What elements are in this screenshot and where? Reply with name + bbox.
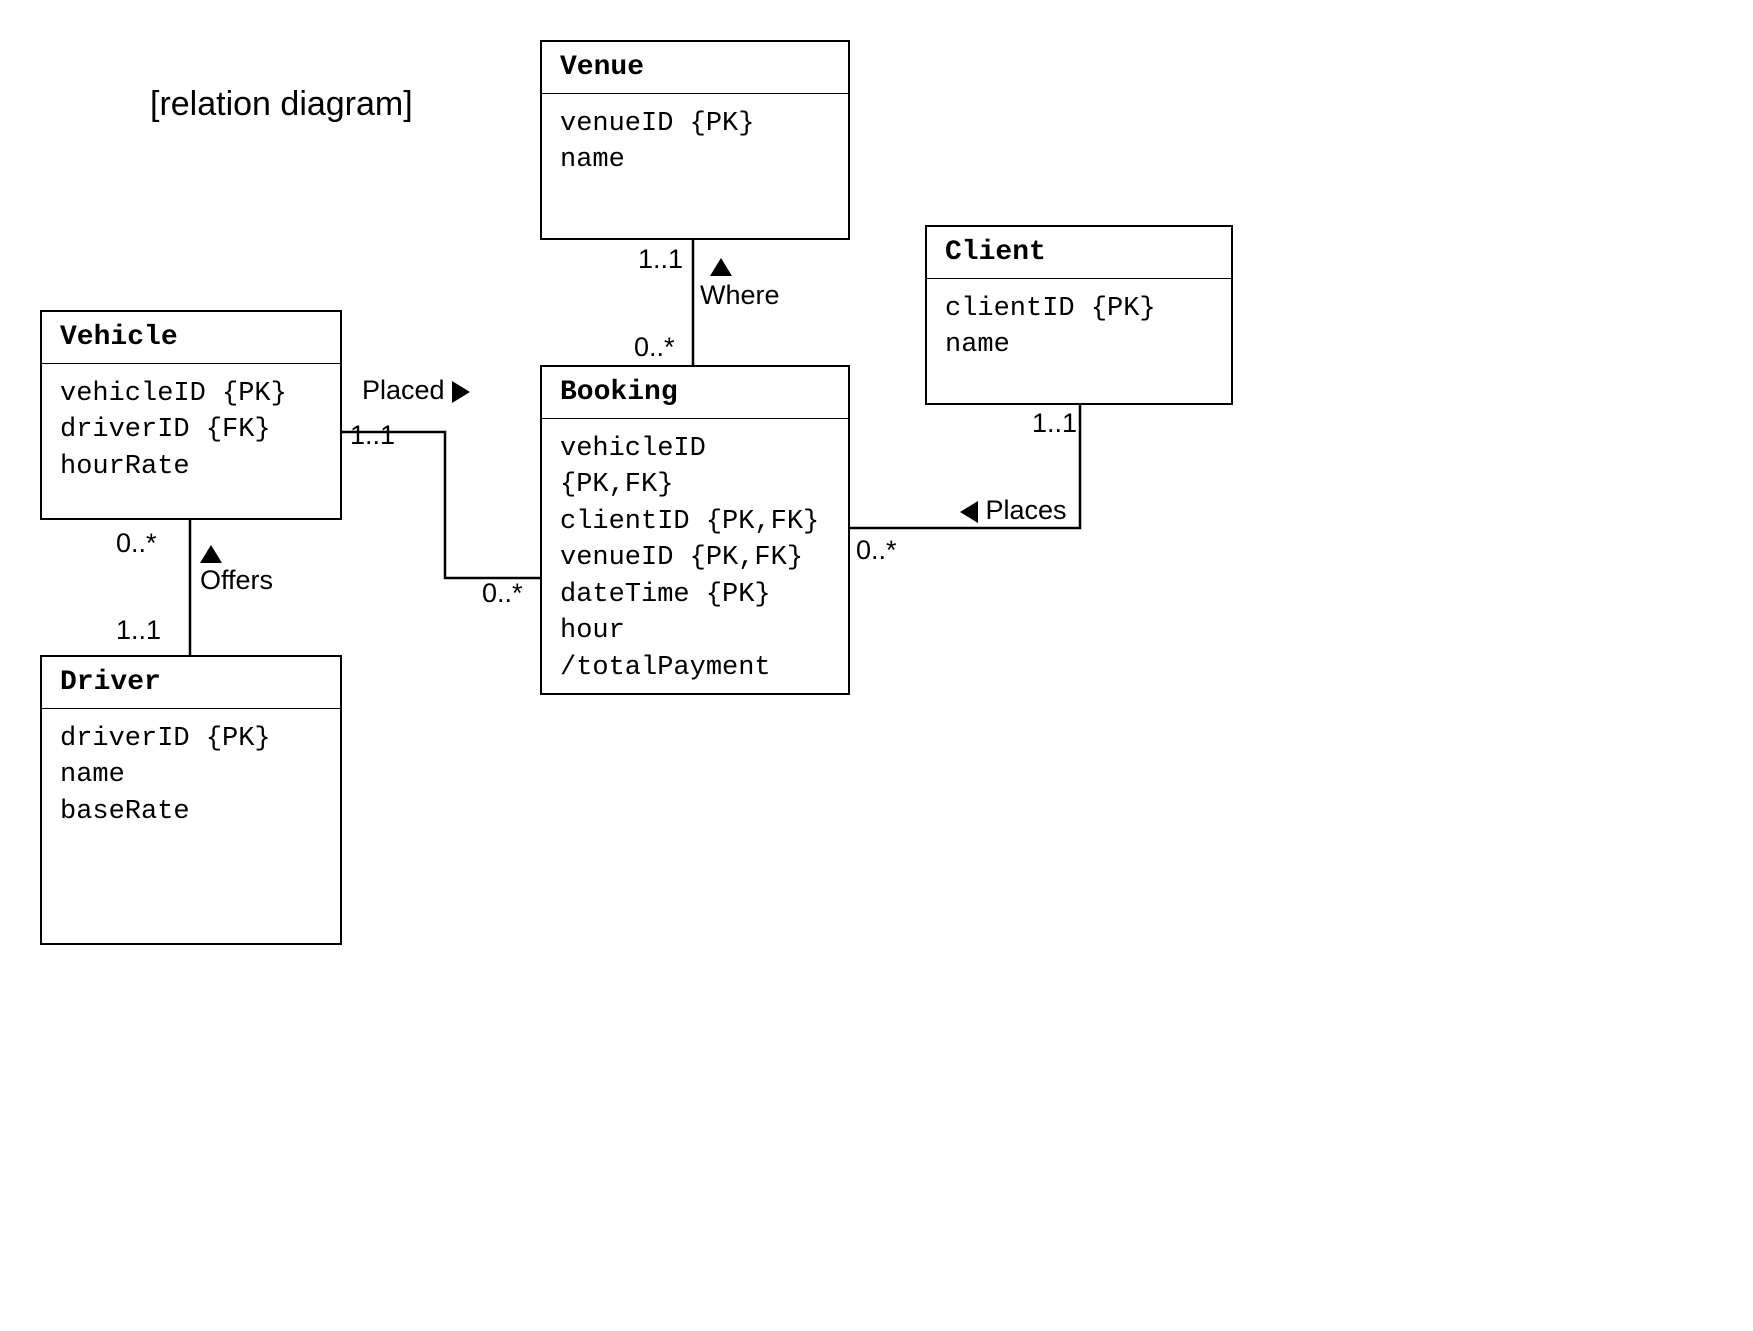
entity-driver-body: driverID {PK} name baseRate bbox=[42, 709, 340, 842]
attr: dateTime {PK} bbox=[560, 577, 830, 613]
entity-venue-header: Venue bbox=[542, 42, 848, 94]
card-offers-driver: 1..1 bbox=[116, 615, 161, 646]
entity-client-header: Client bbox=[927, 227, 1231, 279]
attr: clientID {PK} bbox=[945, 291, 1213, 327]
relation-places-label: Places bbox=[960, 495, 1067, 526]
entity-driver-header: Driver bbox=[42, 657, 340, 709]
entity-booking-header: Booking bbox=[542, 367, 848, 419]
arrow-up-icon bbox=[200, 545, 222, 563]
attr: name bbox=[560, 142, 830, 178]
entity-client-body: clientID {PK} name bbox=[927, 279, 1231, 376]
attr: clientID {PK,FK} bbox=[560, 504, 830, 540]
attr: venueID {PK,FK} bbox=[560, 540, 830, 576]
attr: driverID {FK} bbox=[60, 412, 322, 448]
arrow-up-icon bbox=[710, 258, 732, 276]
card-where-booking: 0..* bbox=[634, 332, 675, 363]
diagram-title: [relation diagram] bbox=[150, 85, 413, 124]
entity-booking: Booking vehicleID {PK,FK} clientID {PK,F… bbox=[540, 365, 850, 695]
card-placed-vehicle: 1..1 bbox=[350, 420, 395, 451]
attr: baseRate bbox=[60, 794, 322, 830]
relation-where-label: Where bbox=[700, 280, 780, 311]
arrow-left-icon bbox=[960, 501, 978, 523]
attr: /totalPayment bbox=[560, 650, 830, 686]
entity-venue: Venue venueID {PK} name bbox=[540, 40, 850, 240]
entity-driver: Driver driverID {PK} name baseRate bbox=[40, 655, 342, 945]
relation-where-arrow bbox=[710, 250, 732, 281]
attr: driverID {PK} bbox=[60, 721, 322, 757]
attr: name bbox=[945, 327, 1213, 363]
card-offers-vehicle: 0..* bbox=[116, 528, 157, 559]
relation-offers-arrow bbox=[200, 537, 222, 568]
entity-vehicle: Vehicle vehicleID {PK} driverID {FK} hou… bbox=[40, 310, 342, 520]
relation-placed-label: Placed bbox=[362, 375, 470, 406]
entity-client: Client clientID {PK} name bbox=[925, 225, 1233, 405]
attr: name bbox=[60, 757, 322, 793]
card-places-booking: 0..* bbox=[856, 535, 897, 566]
attr: venueID {PK} bbox=[560, 106, 830, 142]
card-placed-booking: 0..* bbox=[482, 578, 523, 609]
attr: vehicleID {PK,FK} bbox=[560, 431, 830, 504]
entity-venue-body: venueID {PK} name bbox=[542, 94, 848, 191]
relation-offers-label: Offers bbox=[200, 565, 273, 596]
entity-vehicle-body: vehicleID {PK} driverID {FK} hourRate bbox=[42, 364, 340, 497]
entity-booking-body: vehicleID {PK,FK} clientID {PK,FK} venue… bbox=[542, 419, 848, 698]
card-where-venue: 1..1 bbox=[638, 244, 683, 275]
arrow-right-icon bbox=[452, 381, 470, 403]
attr: hour bbox=[560, 613, 830, 649]
attr: vehicleID {PK} bbox=[60, 376, 322, 412]
card-places-client: 1..1 bbox=[1032, 408, 1077, 439]
entity-vehicle-header: Vehicle bbox=[42, 312, 340, 364]
attr: hourRate bbox=[60, 449, 322, 485]
